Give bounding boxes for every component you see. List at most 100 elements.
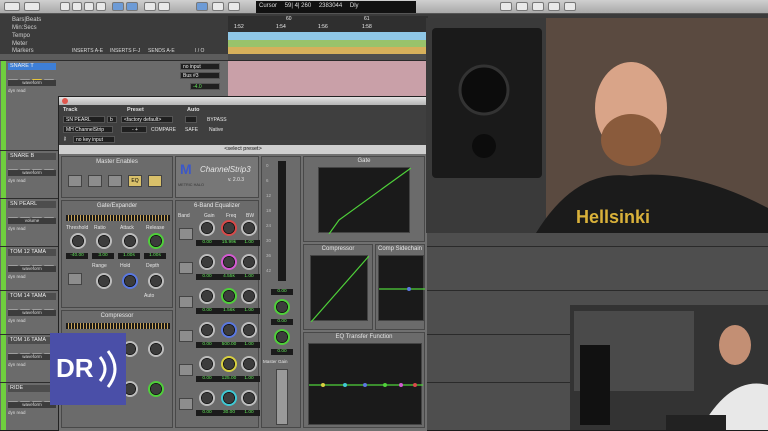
band-type-button[interactable] [179,262,193,274]
output-knob[interactable] [274,329,290,345]
eq-freq-knob[interactable] [221,254,237,270]
depth-knob[interactable] [148,273,164,289]
gate-value[interactable]: 3.00 [92,253,114,259]
eq-bw-value[interactable]: 1.00 [238,240,260,246]
eq-bw-knob[interactable] [241,254,257,270]
eq-gain-value[interactable]: 0.00 [196,274,218,280]
read-button[interactable]: read [17,318,26,323]
master-gain-fader[interactable] [276,369,288,425]
gate-mode[interactable]: Auto [144,293,154,299]
dyn-button[interactable]: dyn [8,410,15,415]
track-automation[interactable]: dyn read [8,410,56,416]
output-value[interactable]: 0.00 [271,349,293,355]
audio-region[interactable] [228,61,428,101]
band-type-button[interactable] [179,398,193,410]
track-buttons[interactable] [8,72,56,85]
track-view-select[interactable]: waveform [8,170,56,176]
track-buttons[interactable] [8,162,56,175]
track-buttons[interactable] [8,302,56,315]
fast-forward-button[interactable] [516,2,528,11]
rewind-button[interactable] [500,2,512,11]
eq-bw-value[interactable]: 1.00 [238,376,260,382]
output-value[interactable]: 0.00 [271,289,293,295]
volume-readout[interactable]: -4.0 [190,83,220,90]
bypass-button[interactable]: BYPASS [207,117,227,123]
track-name[interactable]: RIDE [8,385,56,392]
attack-knob[interactable] [122,233,138,249]
eq-gain-value[interactable]: 0.00 [196,410,218,416]
eq-freq-value[interactable]: 500.00 [218,342,240,348]
key-input-selector[interactable]: no key input [73,136,115,143]
track-name[interactable]: TOM 12 TAMA [8,249,56,256]
read-button[interactable]: read [17,88,26,93]
tempo-lane[interactable] [228,32,428,40]
grid-button[interactable] [84,2,94,11]
ratio-knob[interactable] [96,233,112,249]
enable-button[interactable] [88,175,102,187]
dyn-button[interactable]: dyn [8,318,15,323]
read-button[interactable]: read [17,274,26,279]
eq-gain-knob[interactable] [199,322,215,338]
track-name[interactable]: TOM 14 TAMA [8,293,56,300]
tool-button[interactable] [112,2,124,11]
eq-freq-knob[interactable] [221,220,237,236]
window-button[interactable] [24,2,40,11]
eq-gain-knob[interactable] [199,356,215,372]
read-button[interactable]: read [17,362,26,367]
track-automation[interactable]: dyn read [8,226,56,232]
track-automation[interactable]: dyn read [8,362,56,368]
threshold-knob[interactable] [70,233,86,249]
enable-button[interactable] [108,175,122,187]
track-name[interactable]: TOM 16 TAMA [8,337,56,344]
comp-knob[interactable] [148,341,164,357]
tool-button[interactable] [126,2,138,11]
zoom-button[interactable] [212,2,224,11]
track-view-select[interactable]: waveform [8,266,56,272]
track-name[interactable]: SN PEARL [8,201,56,208]
eq-freq-knob[interactable] [221,288,237,304]
dyn-button[interactable]: dyn [8,226,15,231]
track-view-select[interactable]: waveform [8,402,56,408]
select-preset-bar[interactable]: <select preset> [59,145,427,154]
auto-button[interactable] [185,116,197,123]
track-view-select[interactable]: volume [8,218,56,224]
record-button[interactable] [564,2,576,11]
bars-lane[interactable]: 60 61 [228,16,428,24]
speaker-icon[interactable] [68,273,82,285]
compare-button[interactable]: COMPARE [151,127,176,133]
track-view-select[interactable]: waveform [8,310,56,316]
band-type-button[interactable] [179,364,193,376]
eq-bw-knob[interactable] [241,220,257,236]
plugin-title-bar[interactable] [59,97,427,105]
eq-bw-knob[interactable] [241,356,257,372]
comp-knob[interactable] [148,381,164,397]
band-type-button[interactable] [179,228,193,240]
eq-bw-value[interactable]: 1.00 [238,342,260,348]
eq-gain-knob[interactable] [199,390,215,406]
preset-selector[interactable]: <factory default> [121,116,173,123]
enable-button[interactable] [68,175,82,187]
gate-value[interactable]: -40.00 [66,253,88,259]
eq-bw-value[interactable]: 1.00 [238,274,260,280]
track-view-select[interactable]: waveform [8,80,56,86]
eq-gain-knob[interactable] [199,254,215,270]
release-knob[interactable] [148,233,164,249]
eq-freq-value[interactable]: 4.55k [218,274,240,280]
track-buttons[interactable] [8,210,56,223]
eq-freq-value[interactable]: 1.56k [218,308,240,314]
track-name[interactable]: SNARE T [8,63,56,70]
hold-knob[interactable] [122,273,138,289]
track-buttons[interactable] [8,394,56,407]
eq-gain-value[interactable]: 0.00 [196,308,218,314]
play-button[interactable] [548,2,560,11]
output-selector[interactable]: Bus #3 [180,72,220,79]
grid-button[interactable] [60,2,70,11]
track-view-select[interactable]: waveform [8,354,56,360]
track-automation[interactable]: dyn read [8,274,56,280]
native-button[interactable]: Native [209,127,223,133]
read-button[interactable]: read [17,226,26,231]
zoom-button[interactable] [228,2,240,11]
safe-button[interactable]: SAFE [185,127,198,133]
grid-button[interactable] [72,2,82,11]
track-name[interactable]: SNARE B [8,153,56,160]
